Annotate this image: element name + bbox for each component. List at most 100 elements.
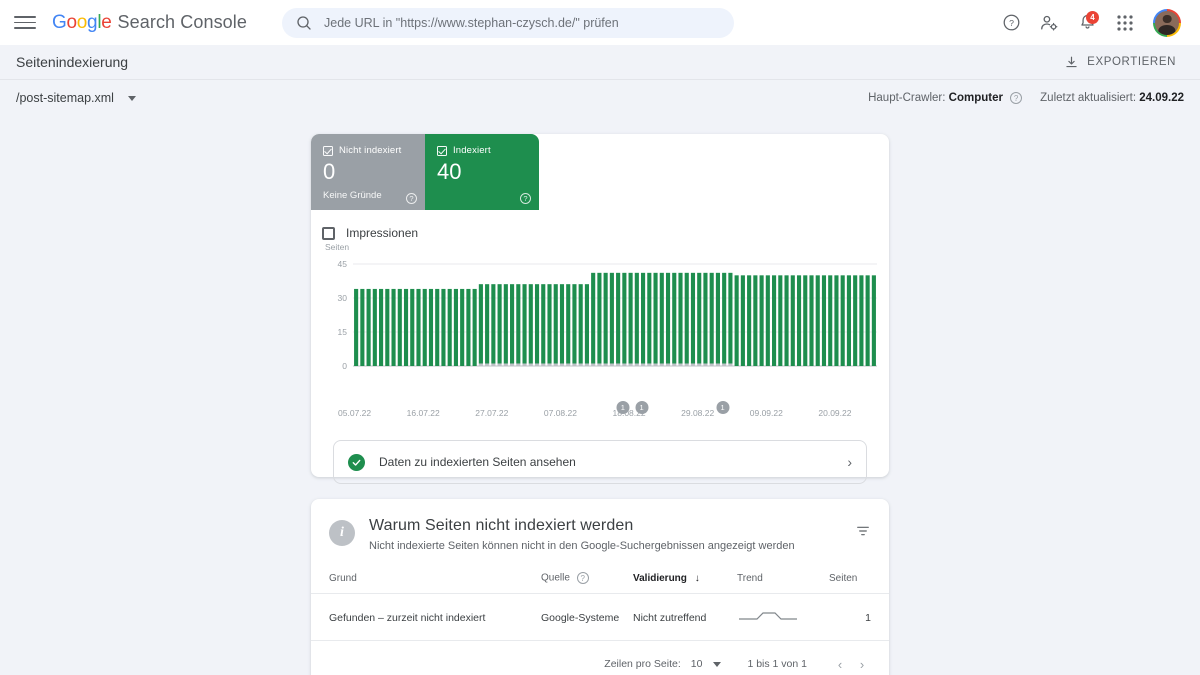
rows-per-page-label: Zeilen pro Seite: bbox=[604, 658, 681, 670]
apps-grid-icon[interactable] bbox=[1106, 4, 1144, 42]
url-inspection-search[interactable] bbox=[282, 7, 735, 38]
chart-annotation-marker[interactable]: 1 bbox=[616, 401, 630, 414]
column-header-seiten[interactable]: Seiten bbox=[829, 572, 889, 594]
status-tiles: Nicht indexiert 0 Keine Gründe ? Indexie… bbox=[311, 134, 539, 210]
checkbox-icon[interactable] bbox=[437, 145, 447, 156]
search-icon bbox=[297, 15, 311, 30]
impressions-toggle[interactable]: Impressionen bbox=[311, 210, 889, 240]
svg-text:15: 15 bbox=[338, 327, 348, 337]
help-icon[interactable]: ? bbox=[992, 4, 1030, 42]
info-icon: i bbox=[329, 520, 355, 546]
sitemap-selector[interactable]: /post-sitemap.xml bbox=[16, 91, 136, 105]
checkbox-icon[interactable] bbox=[323, 145, 333, 156]
google-wordmark: Google bbox=[52, 11, 112, 33]
export-label: EXPORTIEREN bbox=[1087, 56, 1176, 68]
column-header-quelle[interactable]: Quelle ? bbox=[541, 572, 633, 594]
checkbox-icon[interactable] bbox=[322, 226, 335, 240]
trend-sparkline-icon bbox=[739, 612, 797, 620]
hamburger-menu-icon[interactable] bbox=[14, 12, 36, 34]
impressions-label: Impressionen bbox=[346, 226, 419, 240]
updated-value: 24.09.22 bbox=[1139, 92, 1184, 104]
export-button[interactable]: EXPORTIEREN bbox=[1056, 51, 1184, 74]
page-title: Seitenindexierung bbox=[16, 54, 129, 70]
cell-grund: Gefunden – zurzeit nicht indexiert bbox=[311, 593, 541, 641]
chart-annotation-marker[interactable]: 1 bbox=[635, 401, 649, 414]
page-meta: Haupt-Crawler: Computer ? Zuletzt aktual… bbox=[868, 92, 1184, 105]
table-pagination: Zeilen pro Seite: 10 1 bis 1 von 1 ‹ › bbox=[311, 641, 889, 675]
header-actions: ? 4 bbox=[992, 4, 1186, 42]
search-input[interactable] bbox=[324, 15, 721, 30]
svg-text:45: 45 bbox=[338, 259, 348, 269]
table-header-row: Grund Quelle ? Validierung ↓ Trend Seite… bbox=[311, 572, 889, 594]
main-content: Nicht indexiert 0 Keine Gründe ? Indexie… bbox=[0, 134, 1200, 675]
chevron-right-icon: › bbox=[847, 454, 852, 470]
chart-x-tick-label: 27.07.22 bbox=[475, 408, 509, 418]
status-tile-label: Nicht indexiert bbox=[339, 145, 402, 156]
sitemap-selector-value: /post-sitemap.xml bbox=[16, 91, 114, 105]
app-header: Google Search Console ? bbox=[0, 0, 1200, 45]
crawler-label: Haupt-Crawler: bbox=[868, 91, 946, 104]
notifications-bell-icon[interactable]: 4 bbox=[1068, 4, 1106, 42]
reasons-title: Warum Seiten nicht indexiert werden bbox=[369, 517, 634, 534]
chevron-down-icon bbox=[713, 661, 722, 667]
account-settings-icon[interactable] bbox=[1030, 4, 1068, 42]
chart-x-tick-label: 29.08.22 bbox=[681, 408, 715, 418]
check-circle-icon bbox=[348, 453, 365, 471]
help-icon[interactable]: ? bbox=[1010, 92, 1023, 105]
chart-y-axis-title: Seiten bbox=[325, 242, 350, 252]
view-indexed-pages-label: Daten zu indexierten Seiten ansehen bbox=[379, 455, 576, 469]
user-avatar[interactable] bbox=[1148, 4, 1186, 42]
status-tile-label: Indexiert bbox=[453, 145, 491, 156]
pagination-range: 1 bis 1 von 1 bbox=[747, 658, 807, 670]
help-icon[interactable]: ? bbox=[406, 193, 417, 204]
download-icon bbox=[1066, 56, 1077, 67]
product-name: Search Console bbox=[117, 11, 248, 32]
status-tile-indexed[interactable]: Indexiert 40 ? bbox=[425, 134, 539, 210]
cell-trend bbox=[737, 593, 829, 641]
cell-validierung: Nicht zutreffend bbox=[633, 593, 737, 641]
chart-x-axis: 05.07.22 16.07.22 27.07.22 07.08.22 18.08.22… bbox=[311, 401, 889, 424]
notification-badge: 4 bbox=[1086, 10, 1099, 24]
cell-quelle: Google-Systeme bbox=[541, 593, 633, 641]
filter-icon[interactable] bbox=[855, 517, 871, 544]
status-tile-not-indexed[interactable]: Nicht indexiert 0 Keine Gründe ? bbox=[311, 134, 425, 210]
svg-text:0: 0 bbox=[342, 361, 347, 371]
reasons-card: i Warum Seiten nicht indexiert werden Ni… bbox=[311, 499, 889, 675]
reasons-table: Grund Quelle ? Validierung ↓ Trend Seite… bbox=[311, 572, 889, 641]
updated-info: Zuletzt aktualisiert: 24.09.22 bbox=[1040, 92, 1184, 104]
brand-logo[interactable]: Google Search Console bbox=[52, 12, 247, 34]
rows-per-page-value: 10 bbox=[690, 658, 703, 670]
chart-x-tick-label: 07.08.22 bbox=[543, 408, 577, 418]
pagination-prev-button[interactable]: ‹ bbox=[829, 653, 851, 675]
pagination-next-button[interactable]: › bbox=[851, 653, 873, 675]
reasons-card-header: i Warum Seiten nicht indexiert werden Ni… bbox=[311, 517, 889, 552]
crawler-value: Computer bbox=[948, 91, 1003, 104]
rows-per-page-select[interactable]: 10 bbox=[691, 658, 722, 670]
column-header-trend[interactable]: Trend bbox=[737, 572, 829, 594]
indexing-chart: Seiten 0 15 30 45 bbox=[311, 242, 889, 404]
help-icon[interactable]: ? bbox=[576, 572, 589, 584]
cell-seiten: 1 bbox=[829, 593, 889, 641]
chart-annotation-marker[interactable]: 1 bbox=[716, 401, 730, 414]
chart-x-tick-label: 05.07.22 bbox=[338, 408, 372, 418]
chevron-down-icon bbox=[127, 95, 136, 101]
table-row[interactable]: Gefunden – zurzeit nicht indexiert Googl… bbox=[311, 593, 889, 641]
filter-row: /post-sitemap.xml Haupt-Crawler: Compute… bbox=[0, 80, 1200, 116]
crawler-info: Haupt-Crawler: Computer ? bbox=[868, 91, 1023, 105]
chart-x-tick-label: 09.09.22 bbox=[749, 408, 783, 418]
chart-x-tick-label: 16.07.22 bbox=[406, 408, 440, 418]
status-tile-sub: Keine Gründe bbox=[323, 190, 382, 202]
svg-text:30: 30 bbox=[338, 293, 348, 303]
column-header-validierung[interactable]: Validierung ↓ bbox=[633, 572, 737, 594]
status-tile-value: 0 bbox=[323, 159, 336, 184]
column-header-grund[interactable]: Grund bbox=[311, 572, 541, 594]
chart-canvas[interactable]: 0 15 30 45 bbox=[325, 254, 881, 384]
sort-descending-icon: ↓ bbox=[694, 573, 700, 584]
page-titlebar: Seitenindexierung EXPORTIEREN bbox=[0, 45, 1200, 80]
updated-label: Zuletzt aktualisiert: bbox=[1040, 92, 1137, 104]
view-indexed-pages-link[interactable]: Daten zu indexierten Seiten ansehen › bbox=[333, 440, 867, 484]
chart-x-tick-label: 20.09.22 bbox=[818, 408, 852, 418]
help-icon[interactable]: ? bbox=[520, 193, 531, 204]
svg-text:?: ? bbox=[1009, 18, 1014, 28]
reasons-subtitle: Nicht indexierte Seiten können nicht in … bbox=[369, 540, 795, 552]
